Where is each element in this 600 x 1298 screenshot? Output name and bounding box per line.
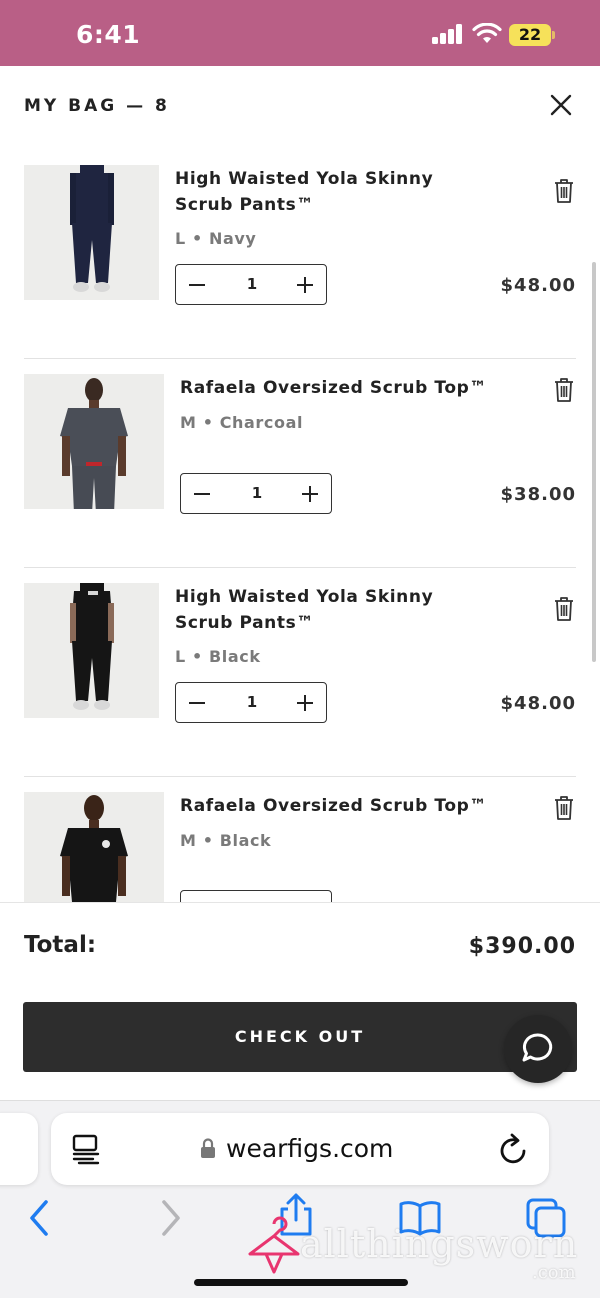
previous-tab-preview[interactable] (0, 1113, 38, 1185)
increase-quantity-button[interactable] (290, 270, 320, 300)
chat-bubble-icon (522, 1033, 553, 1062)
item-variant: M • Charcoal (180, 413, 304, 432)
hanger-logo-icon (248, 1216, 300, 1274)
address-bar[interactable]: wearfigs.com (51, 1113, 549, 1185)
decrease-quantity-button[interactable] (182, 270, 212, 300)
battery-tip (552, 31, 555, 39)
url-text[interactable]: wearfigs.com (226, 1134, 393, 1163)
bag-items-list[interactable]: High Waisted Yola Skinny Scrub Pants™ L … (0, 150, 600, 902)
bag-item: Rafaela Oversized Scrub Top™ M • Black (0, 777, 600, 902)
item-name[interactable]: Rafaela Oversized Scrub Top™ (180, 793, 500, 819)
reload-icon[interactable] (498, 1132, 530, 1166)
quantity-stepper: 1 (180, 473, 332, 514)
item-price: $48.00 (500, 275, 576, 296)
black-scrub-pants-image[interactable] (24, 583, 159, 718)
trash-icon[interactable] (553, 377, 575, 403)
lock-icon (201, 1138, 215, 1158)
black-scrub-top-image[interactable] (24, 792, 164, 902)
item-price: $48.00 (500, 693, 576, 714)
charcoal-scrub-top-image[interactable] (24, 374, 164, 509)
decrease-quantity-button[interactable] (182, 688, 212, 718)
item-variant: L • Navy (175, 229, 257, 248)
quantity-value: 1 (246, 275, 258, 293)
quantity-value: 1 (246, 693, 258, 711)
decrease-quantity-button[interactable] (187, 479, 217, 509)
wifi-icon (472, 23, 502, 43)
watermark-text: allthingsworn (300, 1222, 579, 1266)
quantity-stepper: 1 (175, 682, 327, 723)
reader-mode-icon[interactable] (71, 1133, 101, 1165)
footer-divider (0, 902, 600, 903)
scrollbar-thumb[interactable] (592, 262, 596, 662)
bag-item: Rafaela Oversized Scrub Top™ M • Charcoa… (0, 359, 600, 568)
quantity-stepper: 1 (175, 264, 327, 305)
chat-button[interactable] (504, 1015, 572, 1083)
forward-icon[interactable] (148, 1196, 192, 1240)
trash-icon[interactable] (553, 596, 575, 622)
trash-icon[interactable] (553, 178, 575, 204)
checkout-button[interactable]: CHECK OUT (23, 1002, 577, 1072)
close-icon[interactable] (546, 90, 576, 120)
trash-icon[interactable] (553, 795, 575, 821)
quantity-stepper[interactable] (180, 890, 332, 902)
total-label: Total: (24, 932, 97, 958)
increase-quantity-button[interactable] (295, 479, 325, 509)
item-name[interactable]: Rafaela Oversized Scrub Top™ (180, 375, 500, 401)
navy-scrub-pants-image[interactable] (24, 165, 159, 300)
watermark-suffix: .com (532, 1262, 576, 1283)
back-icon[interactable] (18, 1196, 62, 1240)
item-price: $38.00 (500, 484, 576, 505)
item-variant: M • Black (180, 831, 272, 850)
increase-quantity-button[interactable] (290, 688, 320, 718)
cellular-signal-icon (432, 24, 464, 44)
home-indicator[interactable] (194, 1279, 408, 1286)
status-time: 6:41 (76, 20, 141, 49)
item-name[interactable]: High Waisted Yola Skinny Scrub Pants™ (175, 584, 495, 636)
battery-icon: 22 (509, 24, 551, 46)
status-bar: 6:41 22 (0, 0, 600, 66)
item-variant: L • Black (175, 647, 261, 666)
bag-item: High Waisted Yola Skinny Scrub Pants™ L … (0, 150, 600, 359)
total-value: $390.00 (468, 934, 576, 959)
quantity-value: 1 (251, 484, 263, 502)
bag-title: MY BAG — 8 (24, 96, 170, 116)
item-name[interactable]: High Waisted Yola Skinny Scrub Pants™ (175, 166, 495, 218)
bag-item: High Waisted Yola Skinny Scrub Pants™ L … (0, 568, 600, 777)
